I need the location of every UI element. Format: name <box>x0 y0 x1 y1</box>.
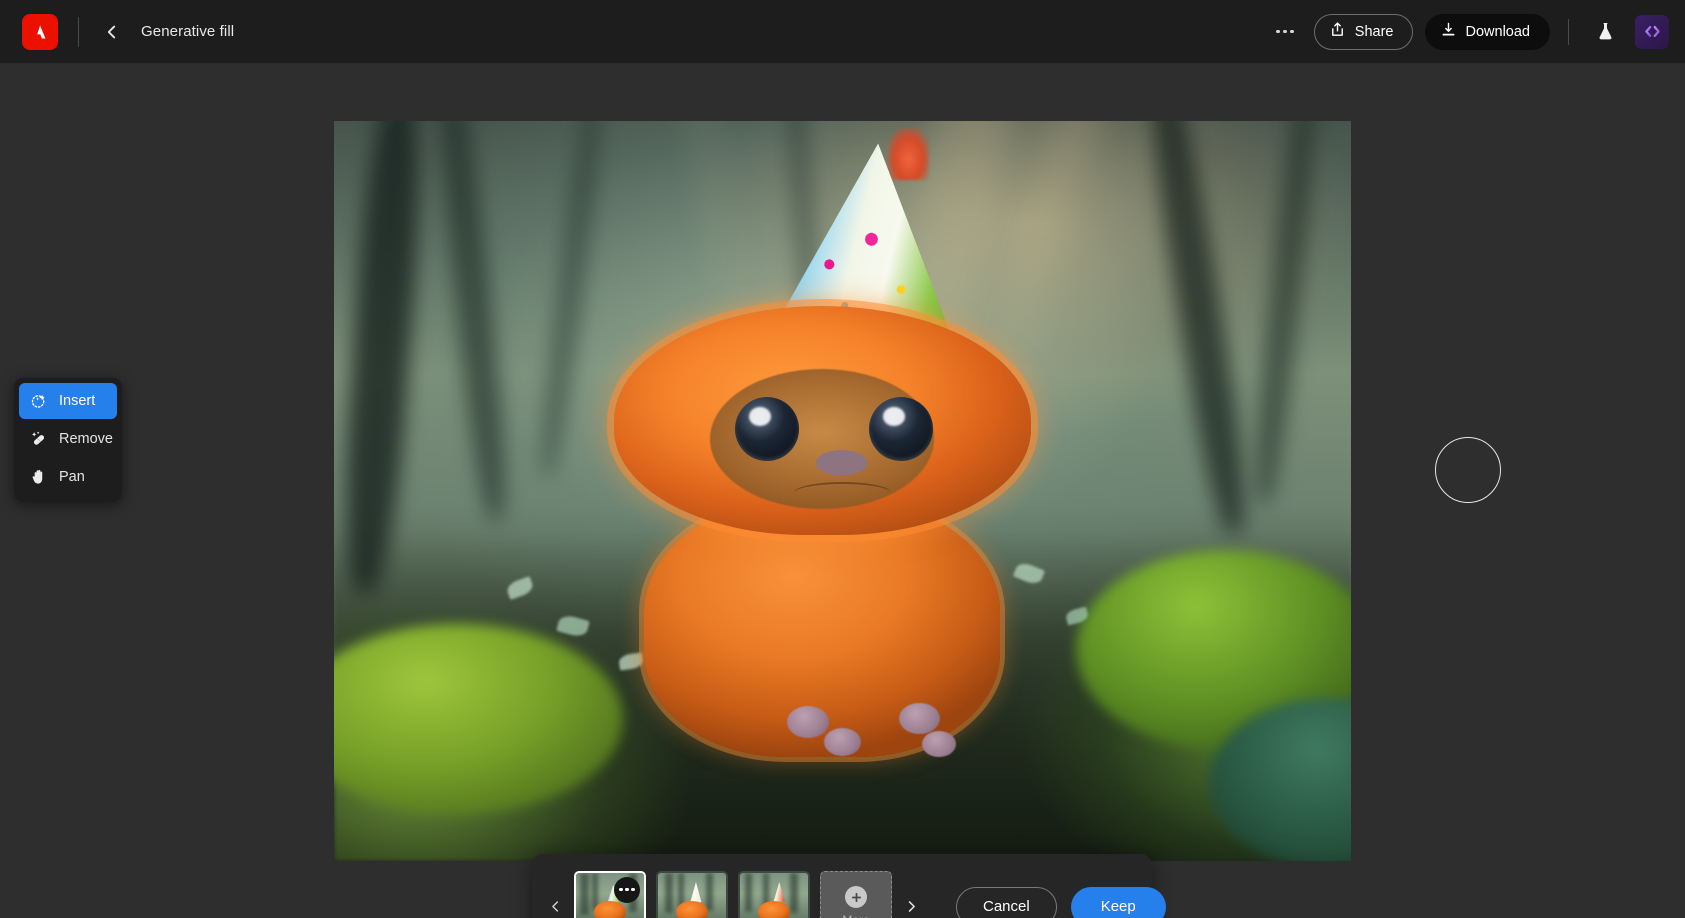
code-slash-icon[interactable] <box>1635 14 1669 49</box>
workspace: Insert Remove Pan Cancel Keep <box>0 64 1685 918</box>
ellipsis-icon[interactable] <box>1268 15 1302 49</box>
header-divider-2 <box>1568 18 1569 45</box>
more-variations-button[interactable]: More <box>820 870 892 918</box>
variation-actions: Cancel Keep <box>956 886 1166 918</box>
creature-eye-left <box>734 397 799 461</box>
creature-paw <box>824 727 861 756</box>
creature-paw <box>921 730 957 758</box>
back-button[interactable] <box>99 19 125 45</box>
page-title: Generative fill <box>141 23 235 40</box>
plus-circle-icon <box>845 886 867 908</box>
share-upload-icon <box>1329 21 1346 42</box>
header-left-group: Generative fill <box>0 13 235 50</box>
download-button-label: Download <box>1465 23 1531 40</box>
creature-eye-right <box>868 397 933 461</box>
header-right-group: Share Download <box>1268 13 1685 50</box>
more-variations-label: More <box>842 913 869 918</box>
artwork-scene <box>334 121 1351 861</box>
download-arrow-icon <box>1440 21 1457 42</box>
cancel-button[interactable]: Cancel <box>956 886 1057 918</box>
tool-remove-label: Remove <box>59 431 113 447</box>
tool-remove[interactable]: Remove <box>19 421 117 457</box>
tool-pan[interactable]: Pan <box>19 459 117 495</box>
variation-thumbnails: More <box>574 870 892 918</box>
creature-paw <box>786 705 830 739</box>
tool-pan-label: Pan <box>59 469 85 485</box>
flask-icon[interactable] <box>1587 14 1623 50</box>
tool-insert-label: Insert <box>59 393 96 409</box>
header-divider <box>78 16 79 47</box>
hand-icon <box>29 468 48 487</box>
app-header: Generative fill Share Download <box>0 0 1685 64</box>
tool-panel: Insert Remove Pan <box>14 378 122 502</box>
bandage-sparkle-icon <box>29 430 48 449</box>
share-button-label: Share <box>1354 23 1394 40</box>
share-button[interactable]: Share <box>1313 13 1413 50</box>
next-variation-button[interactable] <box>898 887 924 918</box>
variation-thumbnail-3[interactable] <box>738 870 810 918</box>
canvas-artwork[interactable] <box>334 121 1351 861</box>
creature-paw <box>899 702 941 734</box>
thumbnail-menu-button[interactable] <box>614 876 640 903</box>
variation-thumbnail-1[interactable] <box>574 870 646 918</box>
magic-wand-sparkle-icon <box>29 392 48 411</box>
download-button[interactable]: Download <box>1424 13 1550 50</box>
keep-button[interactable]: Keep <box>1070 886 1166 918</box>
tool-insert[interactable]: Insert <box>19 383 117 419</box>
creature-nose <box>816 450 867 476</box>
thumbnail-image <box>740 872 808 918</box>
variation-toolbar: More Cancel Keep <box>532 854 1166 918</box>
hat-tassel <box>888 128 929 181</box>
adobe-logo-icon[interactable] <box>22 13 58 50</box>
prev-variation-button[interactable] <box>542 887 568 918</box>
creature-figure <box>334 121 1351 861</box>
variation-thumbnail-2[interactable] <box>656 870 728 918</box>
brush-circle-cursor <box>1435 437 1501 503</box>
thumbnail-image <box>658 872 726 918</box>
